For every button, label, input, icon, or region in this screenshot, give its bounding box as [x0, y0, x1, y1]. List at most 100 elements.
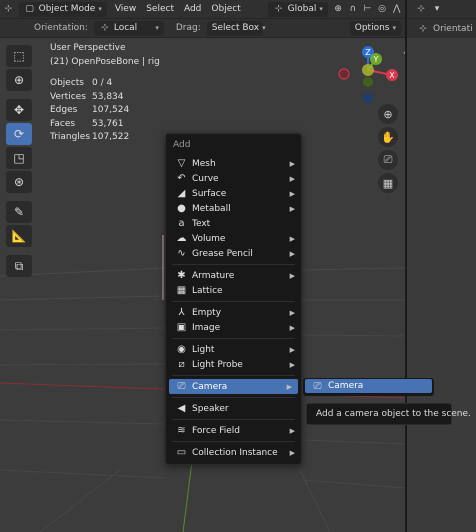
drag-dropdown[interactable]: Select Box ▾	[206, 20, 266, 36]
hand-pan-icon[interactable]: ✋	[378, 127, 398, 147]
tool-shelf: ⬚ ⊕ ✥ ⟳ ◳ ⊛ ✎ 📐 ⧉	[6, 45, 34, 279]
armature-icon: ✱	[177, 270, 186, 281]
menu-item-curve[interactable]: ↶ Curve ▶	[166, 171, 301, 186]
menu-item-label: Light	[192, 344, 215, 355]
menu-item-surface[interactable]: ◢ Surface ▶	[166, 186, 301, 201]
transform-tool-icon[interactable]: ⊛	[6, 171, 32, 193]
drag-label: Drag:	[175, 23, 201, 33]
volume-icon: ☁	[176, 233, 187, 244]
menu-view[interactable]: View	[113, 4, 138, 14]
menu-separator	[172, 301, 295, 302]
menu-separator	[172, 419, 295, 420]
submenu-item-camera[interactable]: ⎚ Camera	[305, 379, 432, 393]
menu-item-volume[interactable]: ☁ Volume ▶	[166, 231, 301, 246]
camera-view-icon[interactable]: ⎚	[378, 150, 398, 170]
zoom-icon[interactable]: ⊕	[378, 104, 398, 124]
grid-perspective-icon[interactable]: ▦	[378, 173, 398, 193]
chevron-right-icon: ▶	[289, 360, 295, 369]
menu-item-image[interactable]: ▣ Image ▶	[166, 320, 301, 335]
menu-item-force-field[interactable]: ≋ Force Field ▶	[166, 423, 301, 438]
options-label: Options	[354, 23, 390, 33]
camera-icon: ⎚	[313, 380, 322, 392]
submenu-item-label: Camera	[328, 381, 364, 391]
stat-row: Objects 0 / 4	[50, 78, 113, 88]
right-editor-panel: ⊹ ▾ ⊹ Orientati	[405, 0, 476, 532]
metaball-icon: ●	[177, 203, 186, 214]
menu-object[interactable]: Object	[209, 4, 242, 14]
menu-item-speaker[interactable]: ◀ Speaker	[166, 401, 301, 416]
editor-type-icon[interactable]: ⊹	[415, 3, 427, 15]
gizmo-center	[362, 64, 374, 76]
pivot-icon[interactable]: ⊕	[334, 3, 343, 15]
chevron-right-icon: ▶	[289, 271, 295, 280]
speaker-icon: ◀	[177, 403, 186, 414]
menu-item-collection-instance[interactable]: ▭ Collection Instance ▶	[166, 445, 301, 460]
transform-orientation-dropdown[interactable]: ⊹ Global ▾	[267, 1, 328, 17]
empty-icon: ⅄	[178, 307, 185, 318]
navigation-gizmo[interactable]: Z X Y	[335, 42, 405, 112]
viewport-overlay-stats: User Perspective (21) OpenPoseBone | rig…	[50, 42, 160, 145]
select-box-tool-icon[interactable]: ⬚	[6, 45, 32, 67]
text-icon: a	[178, 218, 185, 229]
neg-z-axis-handle[interactable]	[363, 93, 373, 103]
rotate-tool-icon[interactable]: ⟳	[6, 123, 32, 145]
camera-icon: ⎚	[177, 381, 186, 392]
chevron-down-icon: ▾	[155, 24, 159, 32]
options-dropdown[interactable]: Options ▾	[349, 20, 401, 36]
proportional-edit-icon[interactable]: ◎	[378, 3, 387, 15]
chevron-right-icon: ▶	[289, 159, 295, 168]
orientation-dropdown[interactable]: ⊹ Local ▾	[93, 20, 164, 36]
chevron-right-icon: ▶	[289, 249, 295, 258]
neg-x-axis-handle[interactable]	[338, 68, 350, 80]
add-menu-items: ▽ Mesh ▶ ↶ Curve ▶ ◢ Surface ▶ ● Metaball ▶ a Text ☁ Vo…	[166, 156, 301, 460]
force-field-icon: ≋	[177, 425, 186, 436]
camera-submenu: ⎚ Camera	[303, 378, 434, 396]
chevron-down-icon[interactable]: ▾	[431, 3, 443, 15]
menu-item-armature[interactable]: ✱ Armature ▶	[166, 268, 301, 283]
move-tool-icon[interactable]: ✥	[6, 99, 32, 121]
menu-add[interactable]: Add	[182, 4, 203, 14]
menu-item-label: Lattice	[192, 285, 223, 296]
menu-item-light[interactable]: ◉ Light ▶	[166, 342, 301, 357]
menu-item-mesh[interactable]: ▽ Mesh ▶	[166, 156, 301, 171]
add-cube-tool-icon[interactable]: ⧉	[6, 255, 32, 277]
snap-target-icon[interactable]: ⊢	[363, 3, 372, 15]
chevron-right-icon: ▶	[289, 174, 295, 183]
menu-item-light-probe[interactable]: ⧄ Light Probe ▶	[166, 357, 301, 372]
chevron-right-icon: ▶	[289, 308, 295, 317]
menu-item-empty[interactable]: ⅄ Empty ▶	[166, 305, 301, 320]
object-name: (21) OpenPoseBone | rig	[50, 56, 160, 67]
menu-item-grease-pencil[interactable]: ∿ Grease Pencil ▶	[166, 246, 301, 261]
snap-icon[interactable]: ∩	[349, 3, 358, 15]
orientation-icon: ⊹	[419, 23, 427, 34]
measure-tool-icon[interactable]: 📐	[6, 225, 32, 247]
cursor-tool-icon[interactable]: ⊕	[6, 69, 32, 91]
mode-dropdown[interactable]: ▢ Object Mode ▾	[18, 1, 107, 17]
local-orientation-icon: ⊹	[101, 23, 109, 33]
collection-instance-icon: ▭	[176, 447, 187, 458]
image-icon: ▣	[176, 322, 187, 333]
menu-item-metaball[interactable]: ● Metaball ▶	[166, 201, 301, 216]
menu-item-text[interactable]: a Text	[166, 216, 301, 231]
orientation-label: Orientation:	[34, 23, 88, 33]
falloff-icon[interactable]: ⋀	[392, 3, 401, 15]
menu-item-camera[interactable]: ⎚ Camera ▶	[169, 379, 298, 394]
menu-item-label: Light Probe	[192, 359, 243, 370]
chevron-down-icon: ▾	[262, 24, 266, 32]
neg-y-axis-handle[interactable]	[363, 77, 373, 87]
drag-value: Select Box	[211, 23, 260, 33]
menu-item-label: Text	[192, 218, 211, 229]
stat-row: Vertices 53,834	[50, 91, 124, 102]
surface-icon: ◢	[177, 188, 186, 199]
stat-row: Edges 107,524	[50, 105, 130, 115]
menu-item-lattice[interactable]: ▦ Lattice	[166, 283, 301, 298]
annotate-tool-icon[interactable]: ✎	[6, 201, 32, 223]
menu-separator	[172, 338, 295, 339]
menu-select[interactable]: Select	[144, 4, 176, 14]
mode-label: Object Mode	[38, 4, 96, 14]
editor-type-icon[interactable]: ⊹	[4, 3, 13, 15]
scale-tool-icon[interactable]: ◳	[6, 147, 32, 169]
menu-separator	[172, 397, 295, 398]
chevron-right-icon: ▶	[289, 426, 295, 435]
menu-item-label: Empty	[192, 307, 222, 318]
